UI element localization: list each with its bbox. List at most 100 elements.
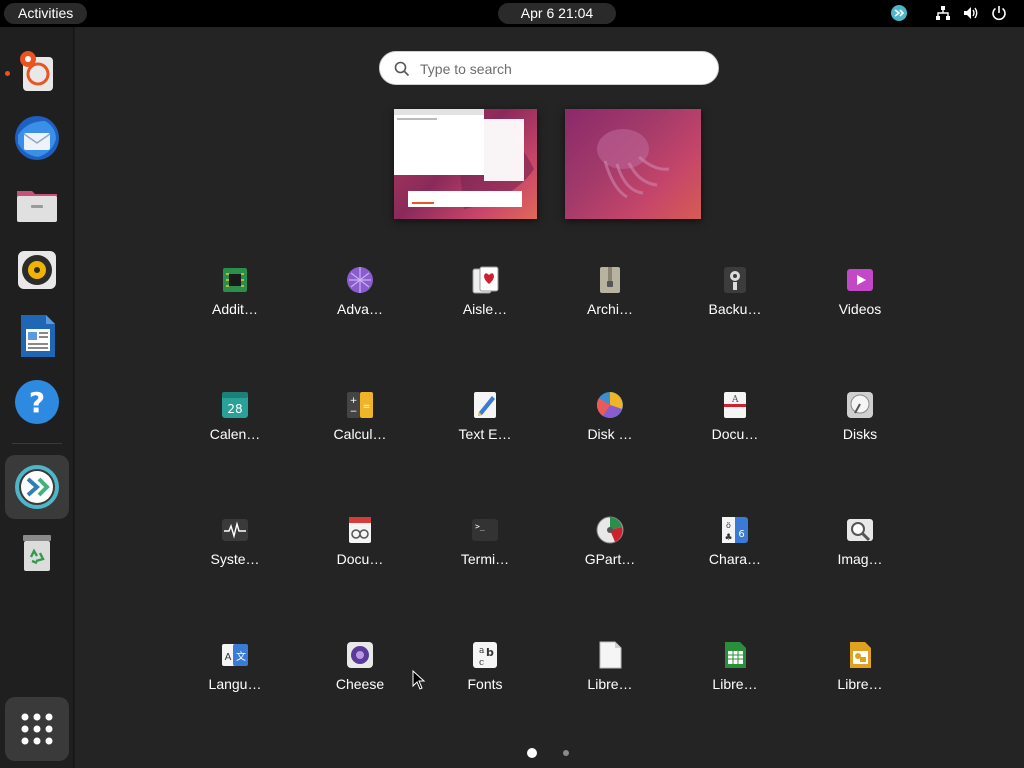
app-cheese[interactable]: Cheese xyxy=(305,640,415,700)
app-document-viewer[interactable]: A Docu… xyxy=(680,390,790,450)
app-additional-drivers[interactable]: Addit… xyxy=(180,265,290,325)
app-label: Calcul… xyxy=(333,426,387,442)
app-label: Langu… xyxy=(208,676,262,692)
dock-separator xyxy=(12,443,62,444)
dock: ? xyxy=(0,27,74,768)
document-scanner-icon xyxy=(349,517,371,543)
app-libreoffice-draw[interactable]: Libre… xyxy=(805,640,915,700)
app-calculator[interactable]: + − = Calcul… xyxy=(305,390,415,450)
app-videos[interactable]: Videos xyxy=(805,265,915,325)
libreoffice-calc-icon xyxy=(725,642,746,668)
dock-item-help[interactable]: ? xyxy=(10,375,64,429)
app-label: Syste… xyxy=(210,551,260,567)
gparted-icon xyxy=(596,516,624,544)
help-icon: ? xyxy=(15,380,59,424)
svg-text:>_: >_ xyxy=(475,522,485,531)
workspace-thumbnail-2[interactable] xyxy=(565,109,701,219)
app-label: Text E… xyxy=(458,426,512,442)
app-image-viewer[interactable]: Imag… xyxy=(805,515,915,575)
additional-drivers-icon xyxy=(223,268,247,292)
app-advanced-network[interactable]: Adva… xyxy=(305,265,415,325)
app-label: Adva… xyxy=(337,301,383,317)
dock-item-libreoffice-writer[interactable] xyxy=(10,309,64,363)
workspace-1-preview xyxy=(394,109,534,209)
svg-text:+: + xyxy=(350,396,358,406)
workspace-thumbnail-1[interactable] xyxy=(394,109,537,219)
app-disks[interactable]: Disks xyxy=(805,390,915,450)
app-calendar[interactable]: 28 Calen… xyxy=(180,390,290,450)
thunderbird-icon xyxy=(15,116,59,160)
svg-text:−: − xyxy=(350,407,358,417)
fonts-icon: a bc xyxy=(473,642,497,668)
app-language-support[interactable]: A 文 Langu… xyxy=(180,640,290,700)
app-characters[interactable]: ö ♣ 6 Chara… xyxy=(680,515,790,575)
svg-text:c: c xyxy=(479,658,484,668)
svg-text:=: = xyxy=(363,402,371,412)
app-system-monitor[interactable]: Syste… xyxy=(180,515,290,575)
workspace-2-preview xyxy=(597,129,670,199)
app-document-scanner[interactable]: Docu… xyxy=(305,515,415,575)
app-libreoffice[interactable]: Libre… xyxy=(555,640,665,700)
calendar-icon: 28 xyxy=(222,392,248,418)
app-text-editor[interactable]: Text E… xyxy=(430,390,540,450)
text-editor-icon xyxy=(474,392,496,418)
app-gparted[interactable]: GPart… xyxy=(555,515,665,575)
app-label: Libre… xyxy=(837,676,883,692)
files-icon xyxy=(17,191,57,222)
network-icon[interactable] xyxy=(934,4,952,22)
cheese-icon xyxy=(347,642,373,668)
dock-item-files[interactable] xyxy=(10,177,64,231)
activities-button[interactable]: Activities xyxy=(4,3,88,24)
app-label: Imag… xyxy=(837,551,883,567)
dock-item-thunderbird[interactable] xyxy=(10,111,64,165)
search-bar[interactable] xyxy=(379,51,719,85)
app-label: Fonts xyxy=(467,676,503,692)
show-apps-button[interactable] xyxy=(5,697,69,761)
app-aisleriot[interactable]: Aisle… xyxy=(430,265,540,325)
dock-item-rhythmbox[interactable] xyxy=(10,243,64,297)
rhythmbox-icon xyxy=(18,251,56,289)
dock-item-trash[interactable] xyxy=(10,525,64,579)
app-label: Cheese xyxy=(335,676,385,692)
app-overview: Addit… Adva… Aisle… Archi… Backu… Videos 28 Cal… xyxy=(75,27,1024,768)
remote-desktop-icon[interactable] xyxy=(890,4,908,22)
aisleriot-icon xyxy=(472,266,499,294)
clock-button[interactable]: Apr 6 21:04 xyxy=(498,3,616,24)
app-archive-manager[interactable]: Archi… xyxy=(555,265,665,325)
remmina-icon xyxy=(15,465,59,509)
app-libreoffice-calc[interactable]: Libre… xyxy=(680,640,790,700)
app-backups[interactable]: Backu… xyxy=(680,265,790,325)
svg-text:b: b xyxy=(486,646,494,659)
volume-icon[interactable] xyxy=(962,4,980,22)
app-disk-usage[interactable]: Disk … xyxy=(555,390,665,450)
svg-text:文: 文 xyxy=(236,650,246,663)
advanced-network-icon xyxy=(347,267,373,293)
app-terminal[interactable]: >_ Termi… xyxy=(430,515,540,575)
app-fonts[interactable]: a b c Fonts xyxy=(430,640,540,700)
svg-text:?: ? xyxy=(29,386,45,419)
terminal-icon: >_ xyxy=(472,519,498,541)
calculator-icon: +− = xyxy=(347,392,373,418)
libreoffice-draw-icon xyxy=(850,642,871,668)
app-label: Addit… xyxy=(212,301,258,317)
document-viewer-icon: A xyxy=(724,392,746,418)
app-label: Libre… xyxy=(587,676,633,692)
characters-icon: ö ♣ 6 xyxy=(722,517,748,543)
app-label: Docu… xyxy=(711,426,759,442)
page-indicator-2[interactable] xyxy=(563,750,569,756)
power-icon[interactable] xyxy=(990,4,1008,22)
svg-text:28: 28 xyxy=(227,402,242,416)
search-input[interactable] xyxy=(420,58,700,80)
libreoffice-writer-icon xyxy=(21,315,55,357)
app-label: Aisle… xyxy=(462,301,508,317)
disks-icon xyxy=(847,392,873,418)
svg-text:6: 6 xyxy=(738,529,744,540)
archive-manager-icon xyxy=(600,267,620,293)
app-label: Disk … xyxy=(587,426,633,442)
page-indicator-1[interactable] xyxy=(527,748,537,758)
dock-item-help-tools[interactable] xyxy=(10,45,64,99)
svg-text:A: A xyxy=(731,395,739,405)
app-label: Chara… xyxy=(708,551,762,567)
dock-item-remmina[interactable] xyxy=(5,455,69,519)
image-viewer-icon xyxy=(847,519,873,542)
